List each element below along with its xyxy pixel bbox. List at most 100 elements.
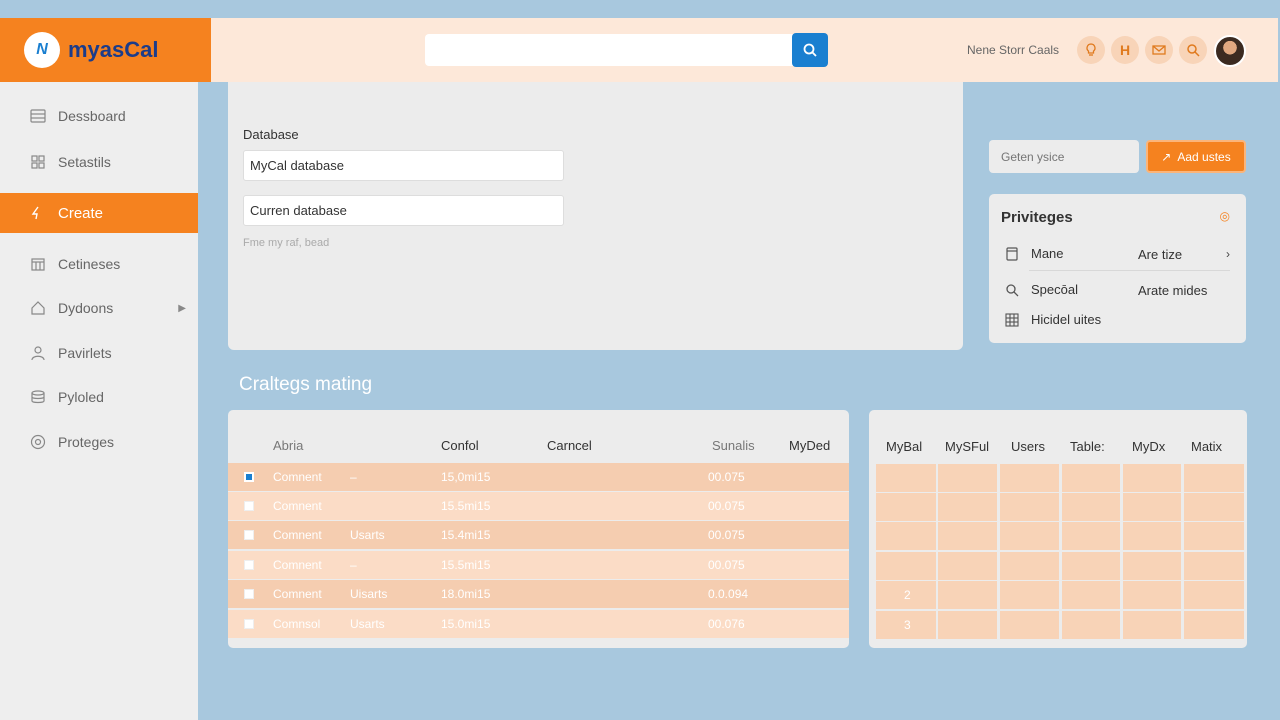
sidebar-item-proteges[interactable]: Proteges: [0, 422, 198, 462]
grid-cell[interactable]: [938, 552, 997, 580]
search-icon[interactable]: [1179, 36, 1207, 64]
grid-cell[interactable]: [1062, 493, 1120, 521]
grid-header[interactable]: MyBal: [886, 439, 922, 454]
grid-cell[interactable]: [1000, 493, 1059, 521]
privileges-title: Priviteges: [1001, 209, 1073, 226]
grid-cell[interactable]: [1123, 581, 1181, 609]
column-header[interactable]: Abria: [273, 438, 303, 453]
brand[interactable]: N myasCal: [0, 18, 211, 82]
privileges-card: Priviteges ◎ Mane Are tize › Specōal Ara…: [989, 194, 1246, 343]
grid-cell[interactable]: [938, 493, 997, 521]
column-header[interactable]: Confol: [441, 438, 479, 453]
table-row[interactable]: Comnent Usarts 15.4mi15 00.075: [228, 521, 849, 549]
sidebar-item-settings[interactable]: Setastils: [0, 142, 198, 182]
database-name-field[interactable]: [243, 150, 564, 181]
arrow-icon: ↗: [1161, 149, 1172, 164]
home-icon: [30, 300, 46, 316]
grid-cell[interactable]: [938, 611, 997, 639]
divider: [1029, 270, 1230, 271]
grid-cell[interactable]: [1000, 522, 1059, 550]
grid-cell[interactable]: [1184, 611, 1244, 639]
table-row[interactable]: Comnsol Usarts 15.0mi15 00.076: [228, 610, 849, 638]
table-cell: Uisarts: [350, 587, 388, 601]
row-checkbox[interactable]: [244, 589, 254, 599]
database-label: Database: [243, 127, 299, 142]
row-checkbox[interactable]: [244, 619, 254, 629]
table-row[interactable]: Comnent – 15,0mi15 00.075: [228, 463, 849, 491]
sidebar-item-cetineses[interactable]: Cetineses: [0, 244, 198, 284]
sidebar-item-create[interactable]: Create: [0, 193, 198, 233]
grid-cell[interactable]: [1062, 464, 1120, 492]
row-checkbox[interactable]: [244, 472, 254, 482]
grid-header[interactable]: Table:: [1070, 439, 1105, 454]
pin-icon[interactable]: ◎: [1220, 209, 1230, 223]
grid-header[interactable]: Users: [1011, 439, 1045, 454]
sidebar-item-pavirlets[interactable]: Pavirlets: [0, 333, 198, 373]
sidebar-item-dashboard[interactable]: Dessboard: [0, 96, 198, 136]
search-button[interactable]: [792, 33, 828, 67]
grid-cell[interactable]: [1123, 552, 1181, 580]
sidebar-item-label: Pavirlets: [58, 345, 112, 361]
current-database-field[interactable]: [243, 195, 564, 226]
column-header[interactable]: Carncel: [547, 438, 592, 453]
grid-header[interactable]: MyDx: [1132, 439, 1165, 454]
grid-cell[interactable]: [1000, 611, 1059, 639]
table-row[interactable]: Comnent 15.5mi15 00.075: [228, 492, 849, 520]
grid-cell[interactable]: [876, 493, 936, 521]
column-header[interactable]: Sunalis: [712, 438, 755, 453]
bulb-icon[interactable]: [1077, 36, 1105, 64]
mail-icon[interactable]: [1145, 36, 1173, 64]
grid-cell[interactable]: [876, 522, 936, 550]
grid-cell[interactable]: [938, 581, 997, 609]
row-checkbox[interactable]: [244, 530, 254, 540]
avatar[interactable]: [1214, 35, 1246, 67]
h-icon[interactable]: H: [1111, 36, 1139, 64]
getin-input[interactable]: [989, 140, 1139, 173]
row-checkbox[interactable]: [244, 560, 254, 570]
table-row[interactable]: Comnent Uisarts 18.0mi15 0.0.094: [228, 580, 849, 608]
privilege-label: Mane: [1031, 246, 1064, 261]
table-cell: –: [350, 558, 357, 572]
grid-cell[interactable]: [1000, 552, 1059, 580]
privilege-row[interactable]: Hicidel uites: [1005, 312, 1101, 327]
grid-cell[interactable]: [1062, 522, 1120, 550]
grid-cell[interactable]: [876, 464, 936, 492]
grid-cell[interactable]: [1123, 464, 1181, 492]
table-cell: 00.076: [708, 617, 745, 631]
grid-cell[interactable]: [1062, 611, 1120, 639]
grid-cell[interactable]: [1123, 493, 1181, 521]
grid-cell[interactable]: [938, 464, 997, 492]
privilege-row[interactable]: Mane: [1005, 246, 1064, 261]
column-header[interactable]: MyDed: [789, 438, 830, 453]
grid-cell[interactable]: [1123, 611, 1181, 639]
grid-cell[interactable]: 3: [876, 611, 936, 639]
grid-cell[interactable]: [1062, 581, 1120, 609]
grid-cell[interactable]: [1062, 552, 1120, 580]
search-input[interactable]: [425, 34, 793, 66]
grid-cell[interactable]: [1184, 493, 1244, 521]
grid-header[interactable]: MySFul: [945, 439, 989, 454]
grid-cell[interactable]: [938, 522, 997, 550]
table-cell: 15.5mi15: [441, 499, 491, 513]
chevron-right-icon[interactable]: ›: [1226, 247, 1230, 261]
privilege-row[interactable]: Specōal: [1005, 282, 1078, 297]
add-users-button[interactable]: ↗ Aad ustes: [1146, 140, 1246, 173]
table-row[interactable]: Comnent – 15.5mi15 00.075: [228, 551, 849, 579]
grid-cell[interactable]: [1000, 581, 1059, 609]
grid-cell[interactable]: [1184, 552, 1244, 580]
row-checkbox[interactable]: [244, 501, 254, 511]
grid-cell[interactable]: [876, 552, 936, 580]
grid-cell[interactable]: [1184, 464, 1244, 492]
sidebar-item-label: Create: [58, 204, 104, 222]
grid-cell[interactable]: [1184, 522, 1244, 550]
layers-icon: [30, 389, 46, 405]
grid-cell[interactable]: [1184, 581, 1244, 609]
table-cell: Comnent: [273, 528, 322, 542]
sidebar-item-dydoons[interactable]: Dydoons ▶: [0, 288, 198, 328]
sidebar-item-pyloled[interactable]: Pyloled: [0, 377, 198, 417]
grid-header[interactable]: Matix: [1191, 439, 1222, 454]
grid-cell[interactable]: [1000, 464, 1059, 492]
sidebar-item-label: Cetineses: [58, 256, 121, 272]
grid-cell[interactable]: [1123, 522, 1181, 550]
grid-cell[interactable]: 2: [876, 581, 936, 609]
